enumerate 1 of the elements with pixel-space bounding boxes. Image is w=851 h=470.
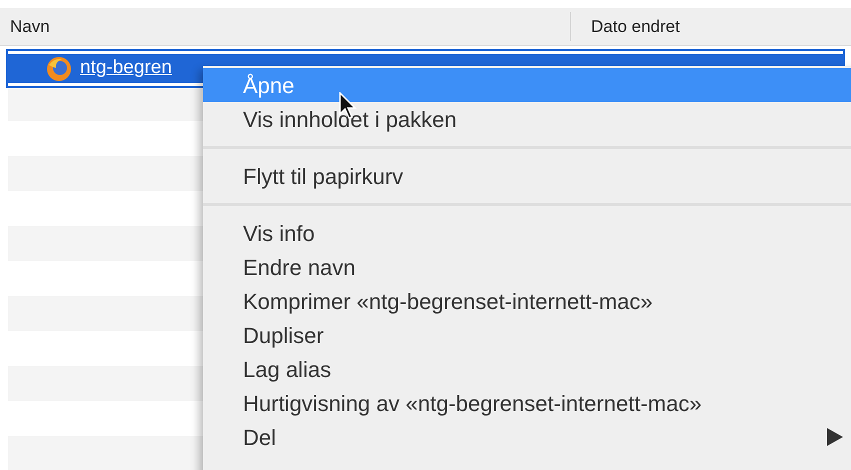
file-name: ntg-begren: [80, 56, 172, 80]
